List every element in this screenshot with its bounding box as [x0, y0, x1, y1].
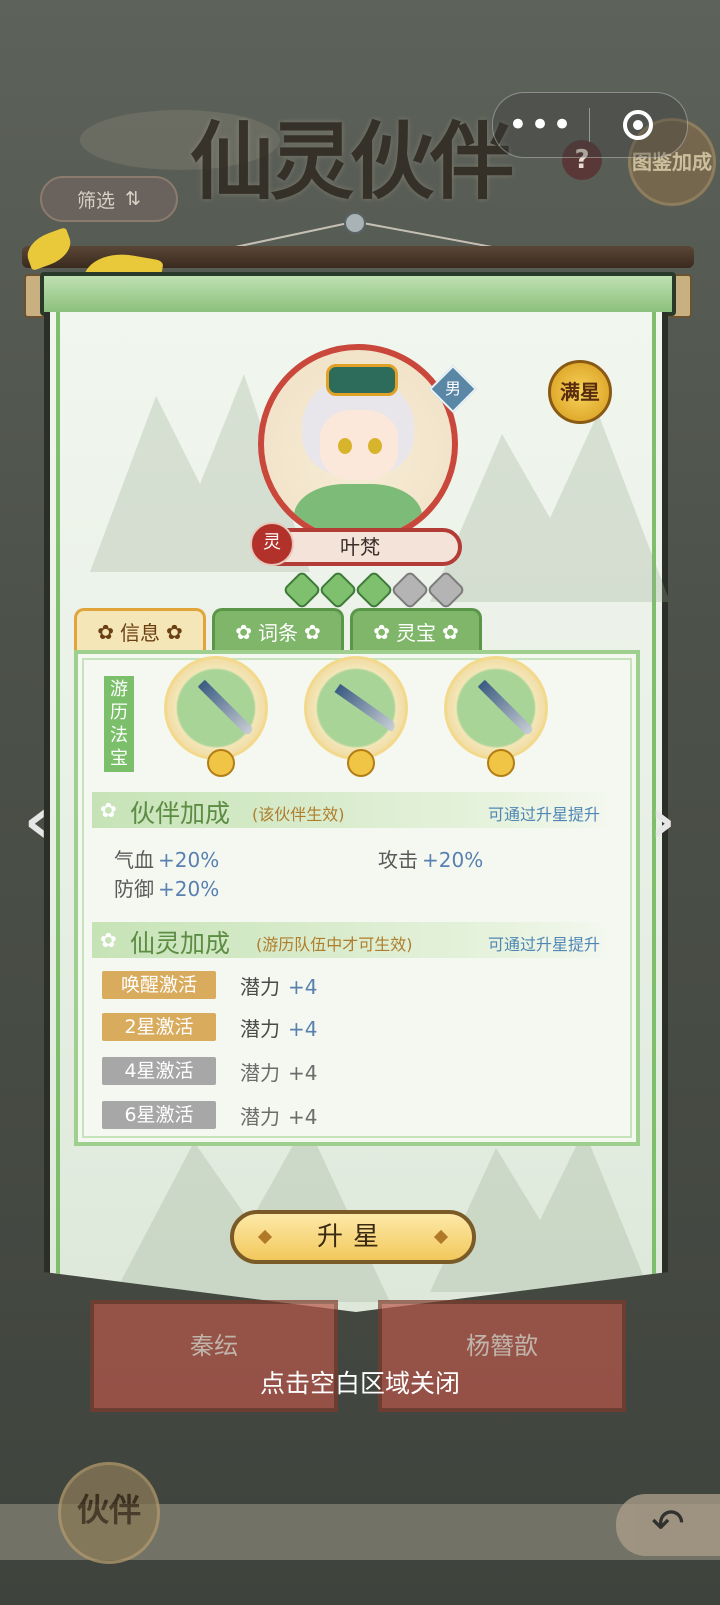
filter-label: 筛选 — [77, 189, 116, 212]
flower-icon: ✿ — [100, 928, 117, 952]
star-icon-lit — [354, 570, 394, 610]
partner-nav-button[interactable]: 伙伴 — [58, 1462, 160, 1564]
flower-icon: ✿ — [373, 619, 390, 644]
filter-button[interactable]: 筛选 ⇅ — [40, 176, 178, 222]
detail-tabs: ✿ 信息 ✿ ✿ 词条 ✿ ✿ 灵宝 ✿ — [74, 608, 482, 652]
scroll-header-band — [40, 272, 676, 316]
diamond-icon — [257, 1229, 273, 1245]
flower-icon: ✿ — [304, 619, 321, 644]
character-portrait — [258, 344, 458, 544]
spirit-bonus-header: ✿ 仙灵加成 (游历队伍中才可生效) 可通过升星提升 — [92, 922, 618, 958]
sort-arrows-icon: ⇅ — [125, 188, 141, 210]
flower-icon: ✿ — [166, 619, 183, 644]
star-icon-lit — [318, 570, 358, 610]
flower-icon: ✿ — [442, 619, 459, 644]
diamond-icon — [433, 1229, 449, 1245]
gold-coin-icon — [207, 749, 235, 777]
flower-icon: ✿ — [97, 619, 114, 644]
tab-info[interactable]: ✿ 信息 ✿ — [74, 608, 206, 652]
stat-hp: 气血 +20% — [114, 848, 220, 872]
element-badge: 灵 — [250, 522, 294, 566]
flower-icon: ✿ — [235, 619, 252, 644]
tab-treasure[interactable]: ✿ 灵宝 ✿ — [350, 608, 482, 652]
back-arrow-icon[interactable]: ↶ — [616, 1494, 720, 1556]
prev-arrow-icon[interactable]: ‹ — [24, 790, 54, 852]
partner-bonus-header: ✿ 伙伴加成 (该伙伴生效) 可通过升星提升 — [92, 792, 618, 828]
star-icon-unlit — [390, 570, 430, 610]
activation-row: 6星激活 潜力 +4 — [102, 1100, 317, 1130]
close-hint[interactable]: 点击空白区域关闭 — [0, 1364, 720, 1400]
activation-row: 4星激活 潜力 +4 — [102, 1056, 317, 1086]
star-icon-lit — [282, 570, 322, 610]
more-dots-icon[interactable]: ••• — [493, 108, 589, 142]
activation-row: 2星激活 潜力 +4 — [102, 1012, 317, 1042]
target-close-icon[interactable] — [590, 110, 686, 140]
miniprogram-capsule: ••• — [492, 92, 688, 158]
treasure-slot-sword[interactable] — [444, 656, 548, 777]
sword-icon — [477, 679, 535, 737]
flower-icon: ✿ — [100, 798, 117, 822]
treasure-slot-sword[interactable] — [164, 656, 268, 777]
activation-row: 唤醒激活 潜力 +4 — [102, 970, 317, 1000]
curved-blade-icon — [334, 683, 398, 733]
stat-attack: 攻击 +20% — [378, 848, 484, 872]
star-icon-unlit — [426, 570, 466, 610]
treasure-slot-curved-blade[interactable] — [304, 656, 408, 777]
next-arrow-icon[interactable]: › — [650, 790, 680, 852]
page-title: 仙灵伙伴 — [190, 112, 514, 211]
sword-icon — [197, 679, 255, 737]
gold-coin-icon — [347, 749, 375, 777]
stat-defense: 防御 +20% — [114, 877, 220, 901]
star-rating — [282, 570, 466, 610]
upgrade-star-button[interactable]: 升星 — [230, 1210, 476, 1264]
gold-coin-icon — [487, 749, 515, 777]
tab-entries[interactable]: ✿ 词条 ✿ — [212, 608, 344, 652]
full-star-badge: 满星 — [548, 360, 612, 424]
nail-icon — [344, 212, 366, 234]
travel-treasure-label: 游历法宝 — [104, 676, 134, 772]
